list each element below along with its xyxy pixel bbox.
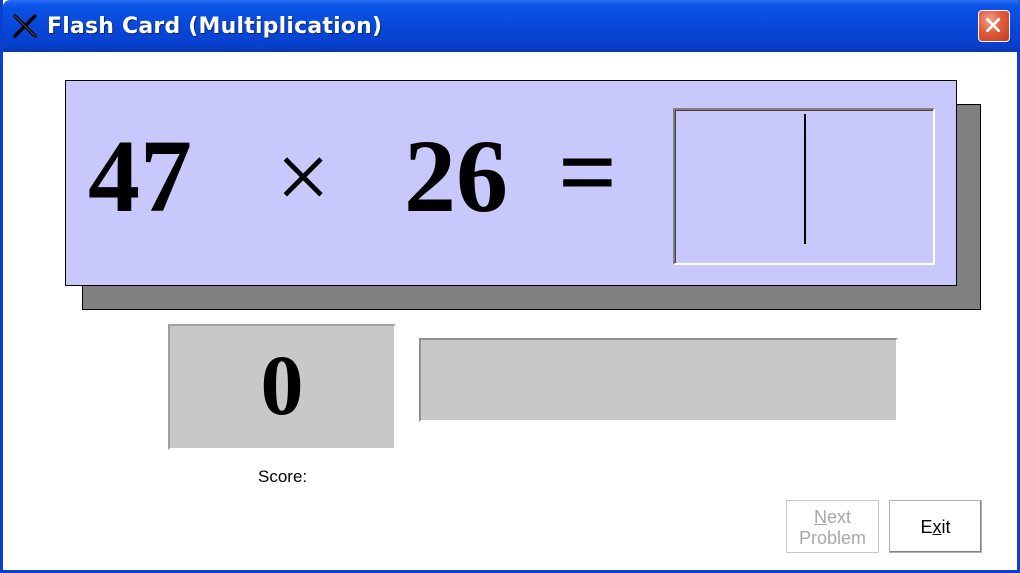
next-mnemonic: N bbox=[813, 507, 827, 527]
title-bar[interactable]: Flash Card (Multiplication) bbox=[3, 0, 1020, 52]
answer-input[interactable] bbox=[673, 108, 935, 265]
operand-a: 47 bbox=[88, 119, 192, 234]
score-value: 0 bbox=[260, 337, 304, 433]
close-button[interactable] bbox=[978, 10, 1010, 42]
multiply-operator: × bbox=[276, 123, 331, 230]
flash-card-window: Flash Card (Multiplication) 47 × 26 = 0 … bbox=[0, 0, 1020, 573]
exit-label-before: E bbox=[920, 517, 933, 537]
multiply-x-icon bbox=[13, 14, 37, 38]
next-label-rest: ext bbox=[826, 507, 851, 527]
next-label-line2: Problem bbox=[798, 528, 867, 548]
close-icon bbox=[986, 18, 1001, 33]
next-problem-button[interactable]: Next Problem bbox=[786, 500, 879, 553]
exit-label-after: it bbox=[941, 517, 951, 537]
text-caret bbox=[804, 114, 806, 244]
equals-sign: = bbox=[558, 115, 618, 230]
window-title: Flash Card (Multiplication) bbox=[47, 14, 383, 39]
score-display: 0 bbox=[168, 324, 396, 450]
feedback-panel bbox=[419, 338, 898, 422]
exit-button[interactable]: Exit bbox=[889, 500, 982, 553]
score-label: Score: bbox=[258, 467, 308, 486]
operand-b: 26 bbox=[404, 119, 508, 234]
exit-mnemonic: x bbox=[932, 517, 942, 537]
flash-card: 47 × 26 = bbox=[65, 80, 957, 286]
